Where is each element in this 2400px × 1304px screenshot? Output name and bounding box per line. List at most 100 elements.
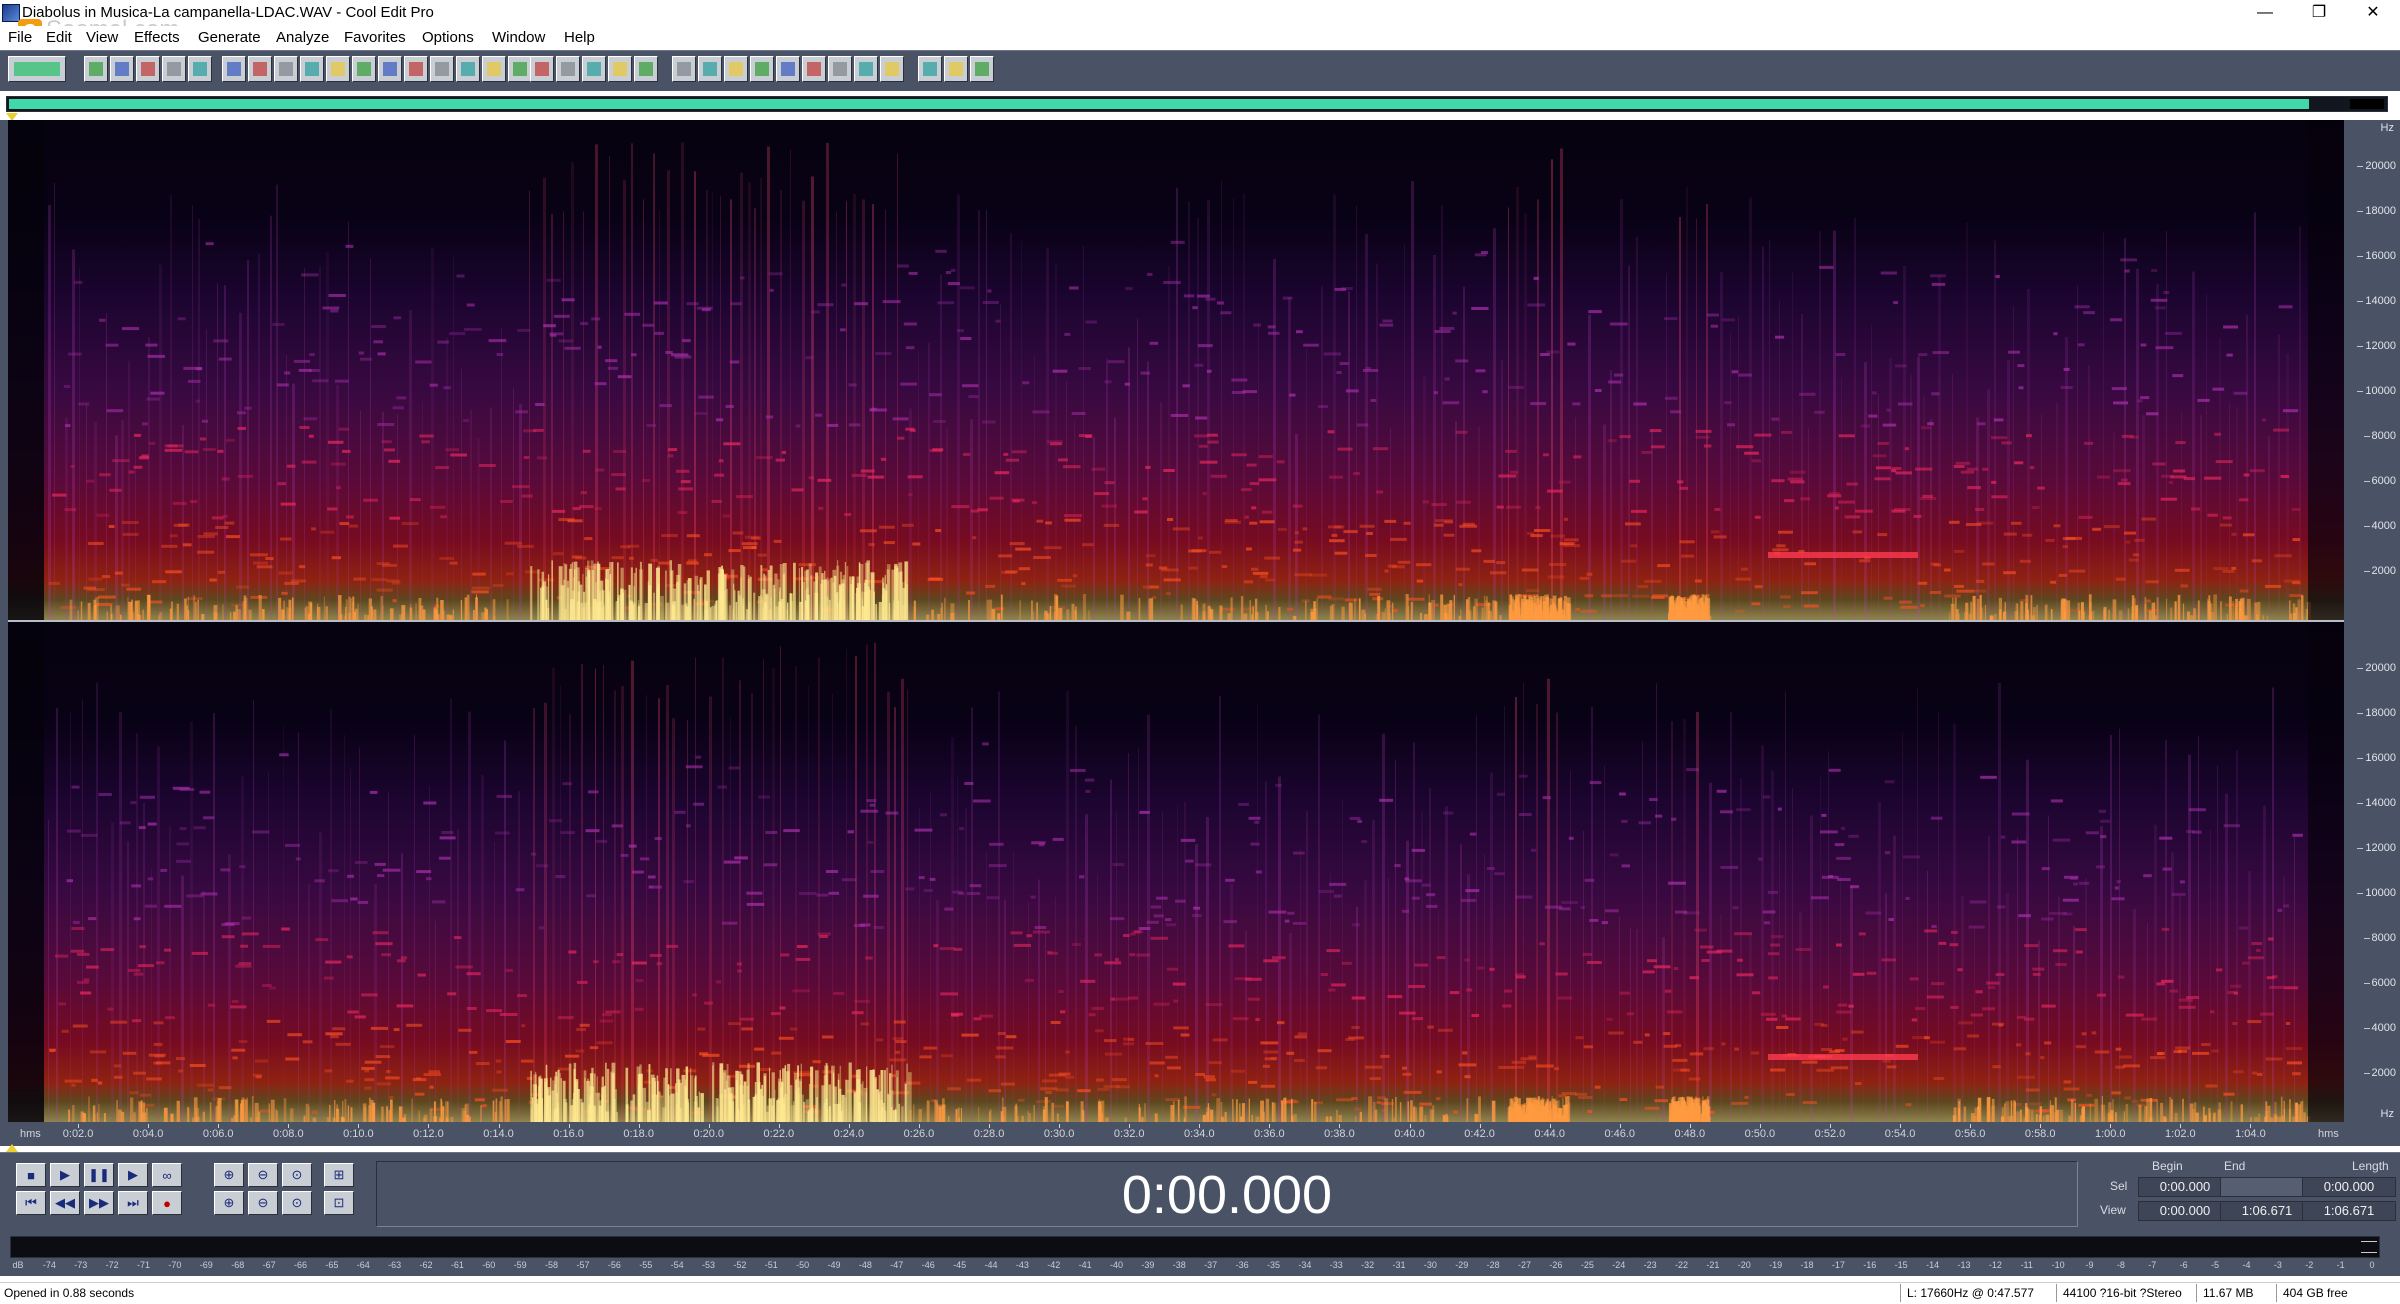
sel-length-field[interactable]: 0:00.000 (2302, 1177, 2396, 1197)
wave-view-button[interactable] (8, 56, 66, 82)
copy-new-button[interactable] (300, 56, 324, 82)
open-file-button[interactable] (110, 56, 134, 82)
db-tick-label: -63 (388, 1260, 402, 1270)
play-button[interactable]: ▶ (50, 1163, 80, 1187)
save-button[interactable] (136, 56, 160, 82)
info-button[interactable] (880, 56, 904, 82)
menu-edit[interactable]: Edit (46, 29, 72, 46)
envelope-button[interactable] (530, 56, 554, 82)
time-tick-mark (2110, 1124, 2112, 1128)
cue-list-icon (703, 62, 717, 76)
paste-new-button[interactable] (404, 56, 428, 82)
view-end-field[interactable]: 1:06.671 (2220, 1201, 2314, 1221)
frequency-tick: 6000 (2363, 475, 2396, 487)
copy-button[interactable] (326, 56, 350, 82)
rewind-button[interactable]: ◀◀ (50, 1191, 80, 1215)
zoom-left-button[interactable]: ⊙ (282, 1191, 312, 1215)
go-to-end-button[interactable]: ⏭ (118, 1191, 148, 1215)
menu-analyze[interactable]: Analyze (276, 29, 329, 46)
spectral-view[interactable]: Hz 20000 18000 16000 14000 12000 10000 8000 600… (0, 120, 2400, 1124)
select-all-button[interactable] (482, 56, 506, 82)
filter-button[interactable] (582, 56, 606, 82)
channel-left-spectrogram[interactable] (8, 120, 2344, 620)
db-tick-label: -49 (827, 1260, 841, 1270)
menu-help[interactable]: Help (564, 29, 595, 46)
time-tick-label: 0:28.0 (973, 1128, 1005, 1140)
menu-generate[interactable]: Generate (198, 29, 261, 46)
time-tick-label: 0:18.0 (623, 1128, 654, 1140)
frequency-scale-right: 20000 18000 16000 14000 12000 10000 8000 6000 40… (2344, 622, 2400, 1122)
new-file-button[interactable] (84, 56, 108, 82)
repeat-button[interactable] (274, 56, 298, 82)
zoom-full-button[interactable]: ⊙ (282, 1163, 312, 1187)
db-tick-label: -62 (419, 1260, 433, 1270)
analysis-button[interactable] (634, 56, 658, 82)
record-button[interactable]: ● (152, 1191, 182, 1215)
db-tick-label: -67 (262, 1260, 276, 1270)
help-button[interactable] (970, 56, 994, 82)
time-tick-label: 0:14.0 (483, 1128, 514, 1140)
menu-view[interactable]: View (86, 29, 118, 46)
phase-button[interactable] (828, 56, 852, 82)
view-range-indicator[interactable] (9, 99, 2309, 109)
menu-file[interactable]: File (8, 29, 32, 46)
menu-favorites[interactable]: Favorites (344, 29, 406, 46)
markers-button[interactable] (672, 56, 696, 82)
go-to-start-button[interactable]: ⏮ (16, 1191, 46, 1215)
loop-button[interactable]: ∞ (152, 1163, 182, 1187)
menu-window[interactable]: Window (492, 29, 545, 46)
time-tick-mark (1479, 1124, 1481, 1128)
paste-button[interactable] (378, 56, 402, 82)
menu-effects[interactable]: Effects (134, 29, 180, 46)
normalize-button[interactable] (556, 56, 580, 82)
filter-icon (587, 62, 601, 76)
view-begin-field[interactable]: 0:00.000 (2138, 1201, 2232, 1221)
trim-button[interactable] (456, 56, 480, 82)
time-tick-mark (1129, 1124, 1131, 1128)
frequency-analysis-button[interactable] (802, 56, 826, 82)
channel-right-spectrogram[interactable] (8, 622, 2344, 1122)
time-tick-mark (2040, 1124, 2042, 1128)
cursor-marker-bottom-icon[interactable] (6, 1144, 18, 1152)
delete-button[interactable] (508, 56, 532, 82)
noise-button[interactable] (608, 56, 632, 82)
db-tick-label: -24 (1612, 1260, 1626, 1270)
zoom-out-horizontal-button[interactable]: ⊖ (248, 1163, 278, 1187)
cue-list-button[interactable] (698, 56, 722, 82)
cut-button[interactable] (352, 56, 376, 82)
edit-notes-button[interactable] (944, 56, 968, 82)
db-tick-label: -27 (1518, 1260, 1532, 1270)
view-length-field[interactable]: 1:06.671 (2302, 1201, 2396, 1221)
sel-end-field[interactable] (2220, 1177, 2314, 1197)
play-to-end-button[interactable]: ▶ (118, 1163, 148, 1187)
pause-button[interactable]: ❚❚ (84, 1163, 114, 1187)
toolbar-group (222, 56, 532, 84)
stop-button[interactable]: ■ (16, 1163, 46, 1187)
play-list-button[interactable] (724, 56, 748, 82)
position-overview-bar[interactable] (6, 96, 2388, 112)
time-ruler[interactable]: hms hms 0:02.0 0:04.0 0:06.0 0:08.0 0:10.0 0:… (0, 1124, 2400, 1146)
statistics-button[interactable] (854, 56, 878, 82)
zoom-view-button[interactable] (776, 56, 800, 82)
sel-begin-field[interactable]: 0:00.000 (2138, 1177, 2232, 1197)
undo-button[interactable] (222, 56, 246, 82)
spectral-view-button[interactable] (750, 56, 774, 82)
frequency-tick: 16000 (2357, 250, 2396, 262)
zoom-in-horizontal-button[interactable]: ⊕ (214, 1163, 244, 1187)
redo-button[interactable] (248, 56, 272, 82)
zoom-out-vertical-button[interactable]: ⊖ (248, 1191, 278, 1215)
db-tick-label: -12 (1988, 1260, 2002, 1270)
db-tick-label: -42 (1047, 1260, 1061, 1270)
zoom-selection-button[interactable]: ⊞ (324, 1163, 354, 1187)
close-button[interactable]: ✕ (2346, 0, 2400, 26)
save-all-button[interactable] (162, 56, 186, 82)
close-file-button[interactable] (188, 56, 212, 82)
minimize-button[interactable]: — (2238, 0, 2292, 26)
mix-paste-button[interactable] (430, 56, 454, 82)
restore-button[interactable]: ❐ (2292, 0, 2346, 26)
settings-button[interactable] (918, 56, 942, 82)
menu-options[interactable]: Options (422, 29, 474, 46)
fast-forward-button[interactable]: ▶▶ (84, 1191, 114, 1215)
zoom-in-vertical-button[interactable]: ⊕ (214, 1191, 244, 1215)
zoom-right-button[interactable]: ⊡ (324, 1191, 354, 1215)
